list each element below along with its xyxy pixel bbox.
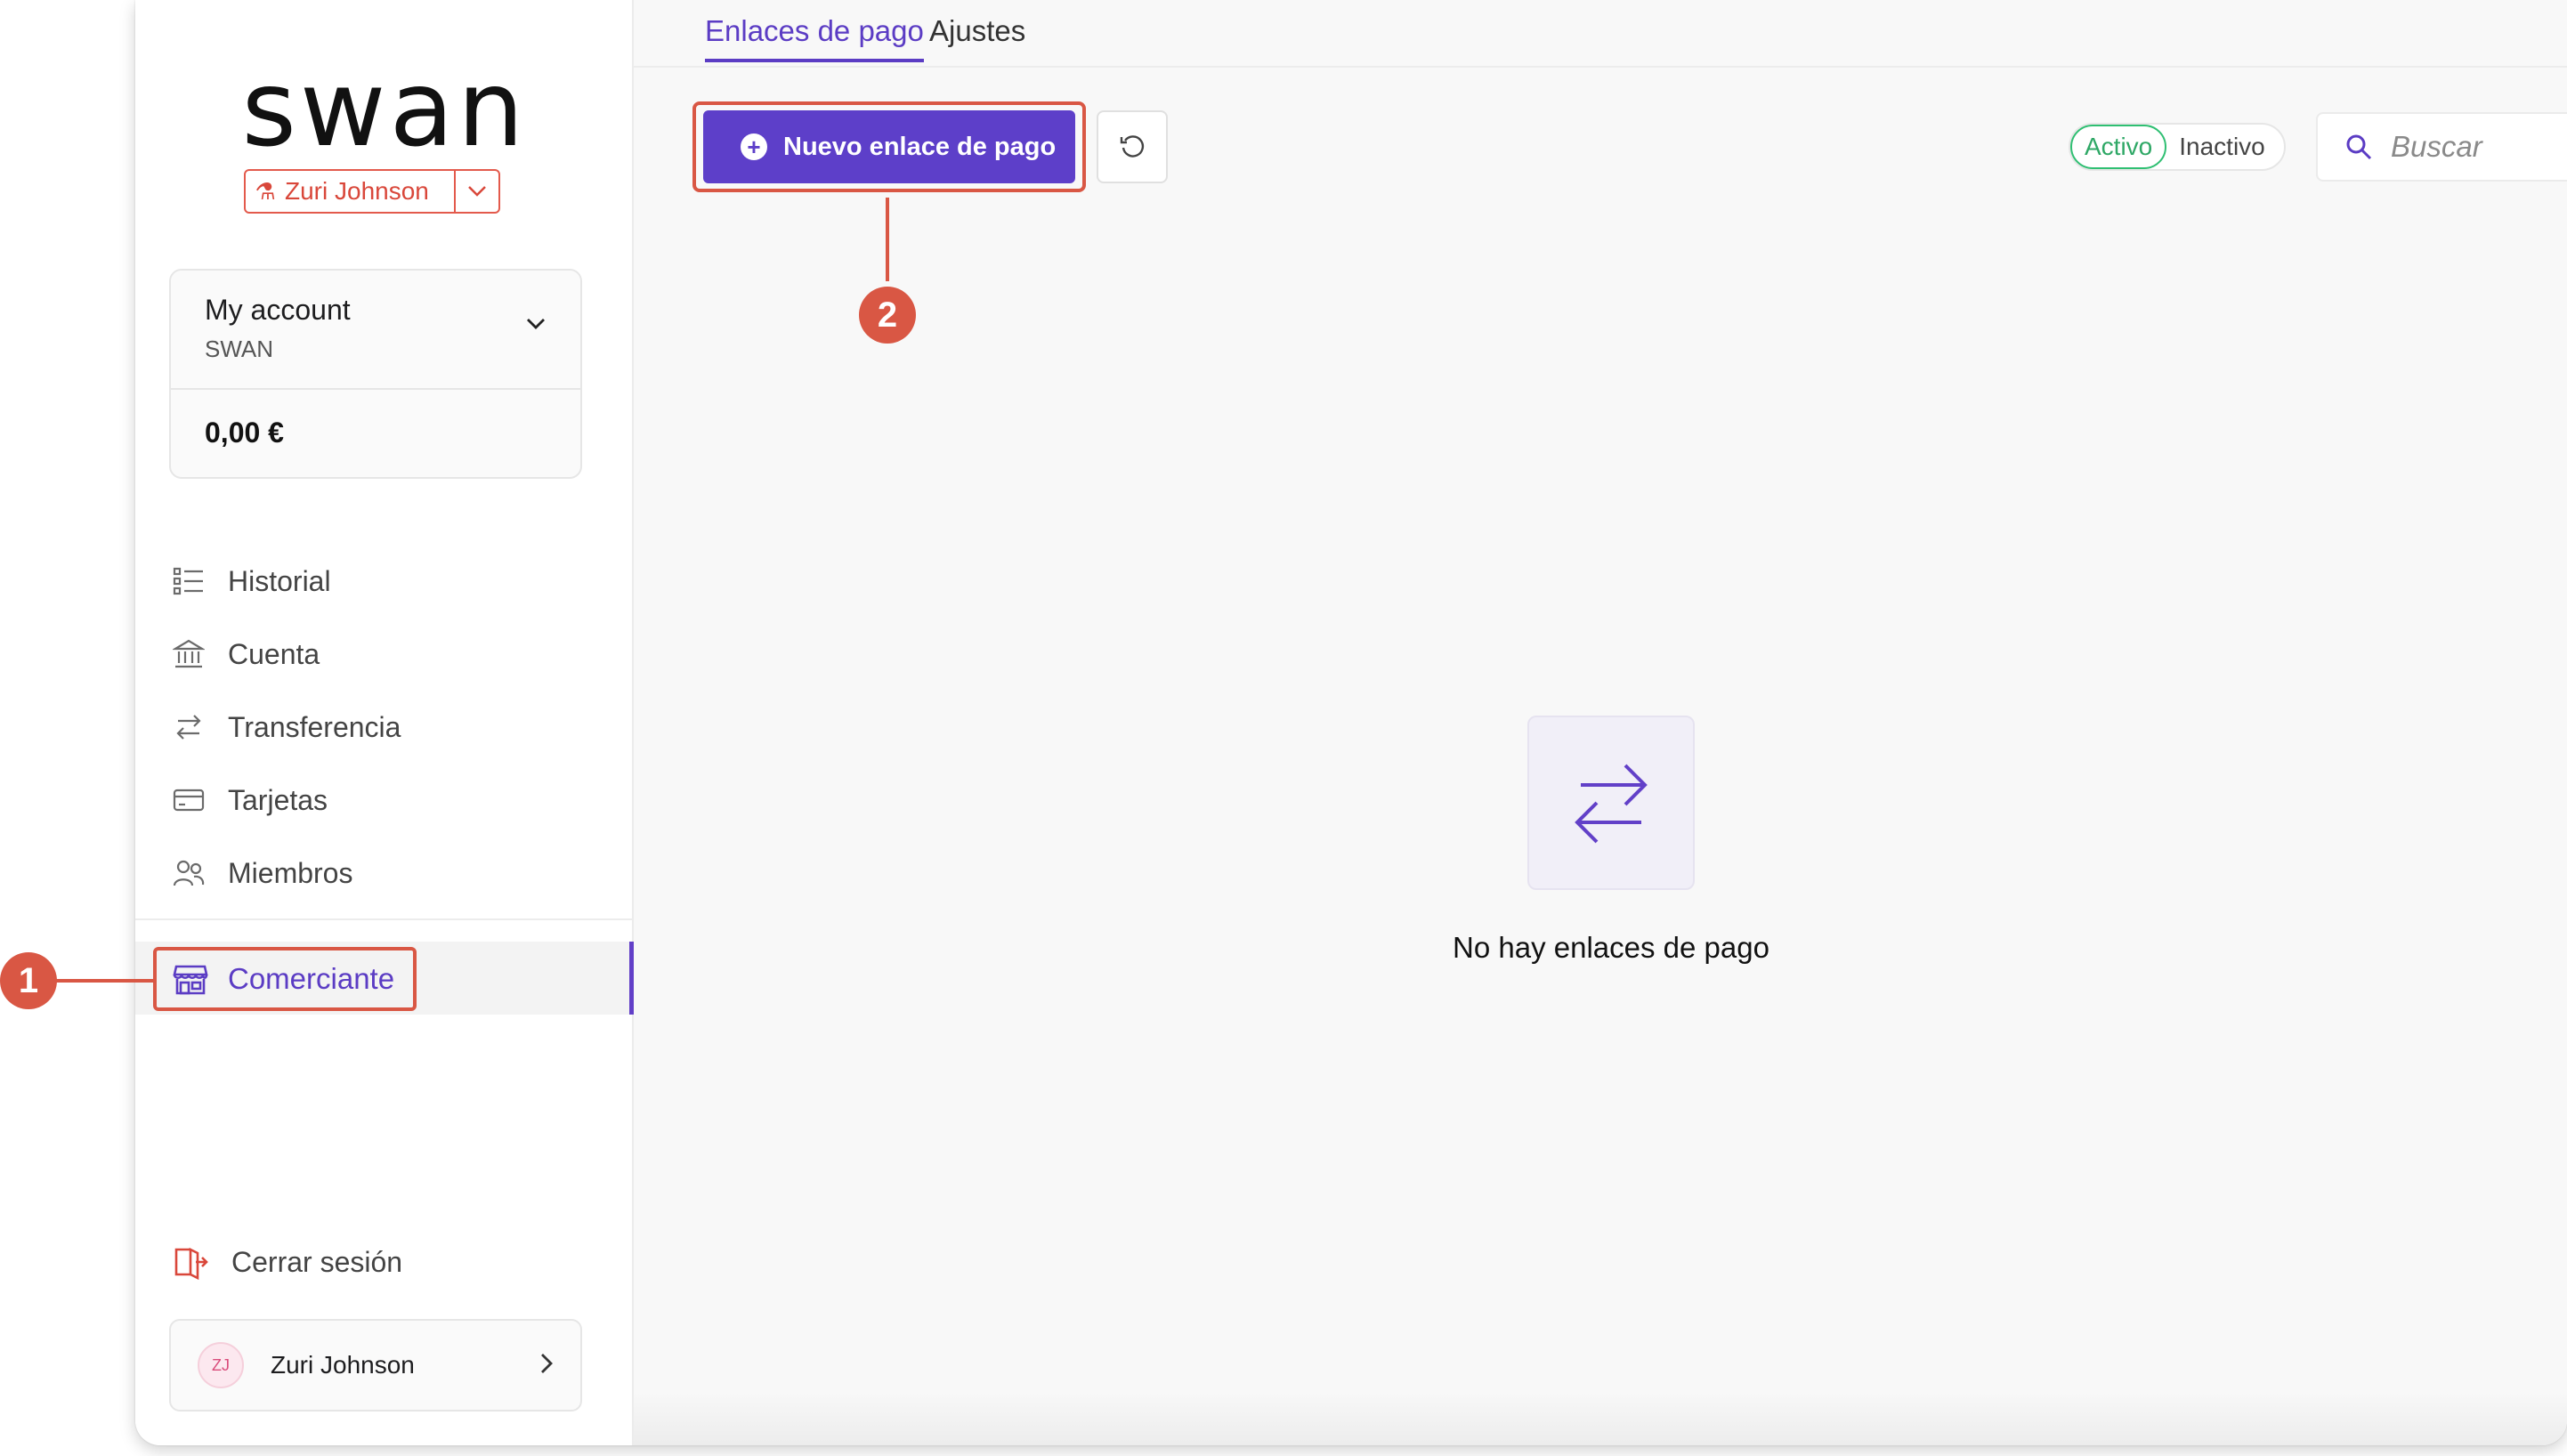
plus-circle-icon: + [741, 133, 767, 160]
tab-bar: Enlaces de pago Ajustes [634, 0, 2567, 68]
callout-badge-2: 2 [859, 287, 916, 344]
app-window: swan ⚗ Zuri Johnson My account SWAN 0,00… [135, 0, 2567, 1445]
account-selector[interactable]: My account SWAN [171, 271, 580, 390]
logout-icon [174, 1247, 208, 1280]
callout-line-2 [886, 198, 889, 281]
account-subtitle: SWAN [205, 336, 274, 362]
sidebar-item-transferencia[interactable]: Transferencia [169, 691, 614, 764]
search-input[interactable] [2391, 130, 2567, 164]
chevron-right-icon [539, 1352, 554, 1379]
sidebar-nav: Historial Cuenta Transferencia Tarjetas … [169, 545, 614, 910]
user-name: Zuri Johnson [271, 1351, 415, 1379]
logout-label: Cerrar sesión [231, 1245, 403, 1278]
tab-enlaces-de-pago[interactable]: Enlaces de pago [705, 14, 924, 62]
card-icon [173, 789, 205, 812]
new-payment-link-label: Nuevo enlace de pago [783, 132, 1057, 161]
main-content: Enlaces de pago Ajustes + Nuevo enlace d… [634, 0, 2567, 1445]
filter-inactive[interactable]: Inactivo [2179, 133, 2265, 161]
avatar: ZJ [198, 1342, 244, 1388]
logout-button[interactable]: Cerrar sesión [173, 1226, 402, 1298]
status-filter-toggle: Activo Inactivo [2069, 123, 2286, 171]
sandbox-user-selector[interactable]: ⚗ Zuri Johnson [244, 169, 500, 214]
bank-icon [173, 639, 205, 668]
empty-state-message: No hay enlaces de pago [1453, 931, 1769, 964]
members-icon [173, 860, 205, 886]
sidebar-item-comerciante[interactable]: Comerciante [135, 942, 634, 1015]
sidebar-divider [135, 918, 634, 920]
bottom-shade [634, 1392, 2567, 1445]
refresh-icon [1120, 135, 1145, 158]
transfer-icon [1575, 764, 1648, 844]
sidebar-item-cuenta[interactable]: Cuenta [169, 618, 614, 691]
empty-state-icon [1527, 716, 1695, 890]
sidebar-item-tarjetas[interactable]: Tarjetas [169, 764, 614, 837]
store-icon [173, 965, 208, 995]
sidebar-item-label: Comerciante [228, 962, 395, 995]
search-box [2316, 112, 2567, 182]
sidebar-item-label: Miembros [228, 856, 353, 889]
transfer-icon [176, 715, 201, 740]
sidebar-item-label: Historial [228, 564, 331, 597]
flask-icon: ⚗ [255, 177, 276, 205]
sidebar-item-label: Tarjetas [228, 783, 328, 816]
refresh-button[interactable] [1097, 110, 1168, 183]
sidebar-item-label: Transferencia [228, 710, 401, 743]
callout-badge-1: 1 [0, 952, 57, 1009]
chevron-down-icon[interactable] [525, 317, 547, 336]
account-card: My account SWAN 0,00 € [169, 269, 582, 479]
account-balance: 0,00 € [205, 417, 284, 449]
account-name: My account [205, 294, 351, 326]
filter-active[interactable]: Activo [2070, 125, 2167, 169]
chevron-down-icon[interactable] [454, 171, 498, 212]
sidebar-item-label: Cuenta [228, 637, 320, 670]
sidebar: swan ⚗ Zuri Johnson My account SWAN 0,00… [135, 0, 634, 1445]
callout-line-1 [53, 979, 153, 983]
merchant-highlight[interactable]: Comerciante [153, 947, 417, 1011]
new-payment-link-button[interactable]: + Nuevo enlace de pago [703, 110, 1075, 183]
tab-ajustes[interactable]: Ajustes [929, 14, 1025, 59]
sidebar-item-historial[interactable]: Historial [169, 545, 614, 618]
search-icon [2346, 134, 2372, 160]
sidebar-item-miembros[interactable]: Miembros [169, 837, 614, 910]
swan-logo: swan [241, 47, 528, 170]
sandbox-user-name: Zuri Johnson [285, 177, 429, 205]
user-profile-card[interactable]: ZJ Zuri Johnson [169, 1319, 582, 1412]
list-icon [173, 567, 203, 595]
